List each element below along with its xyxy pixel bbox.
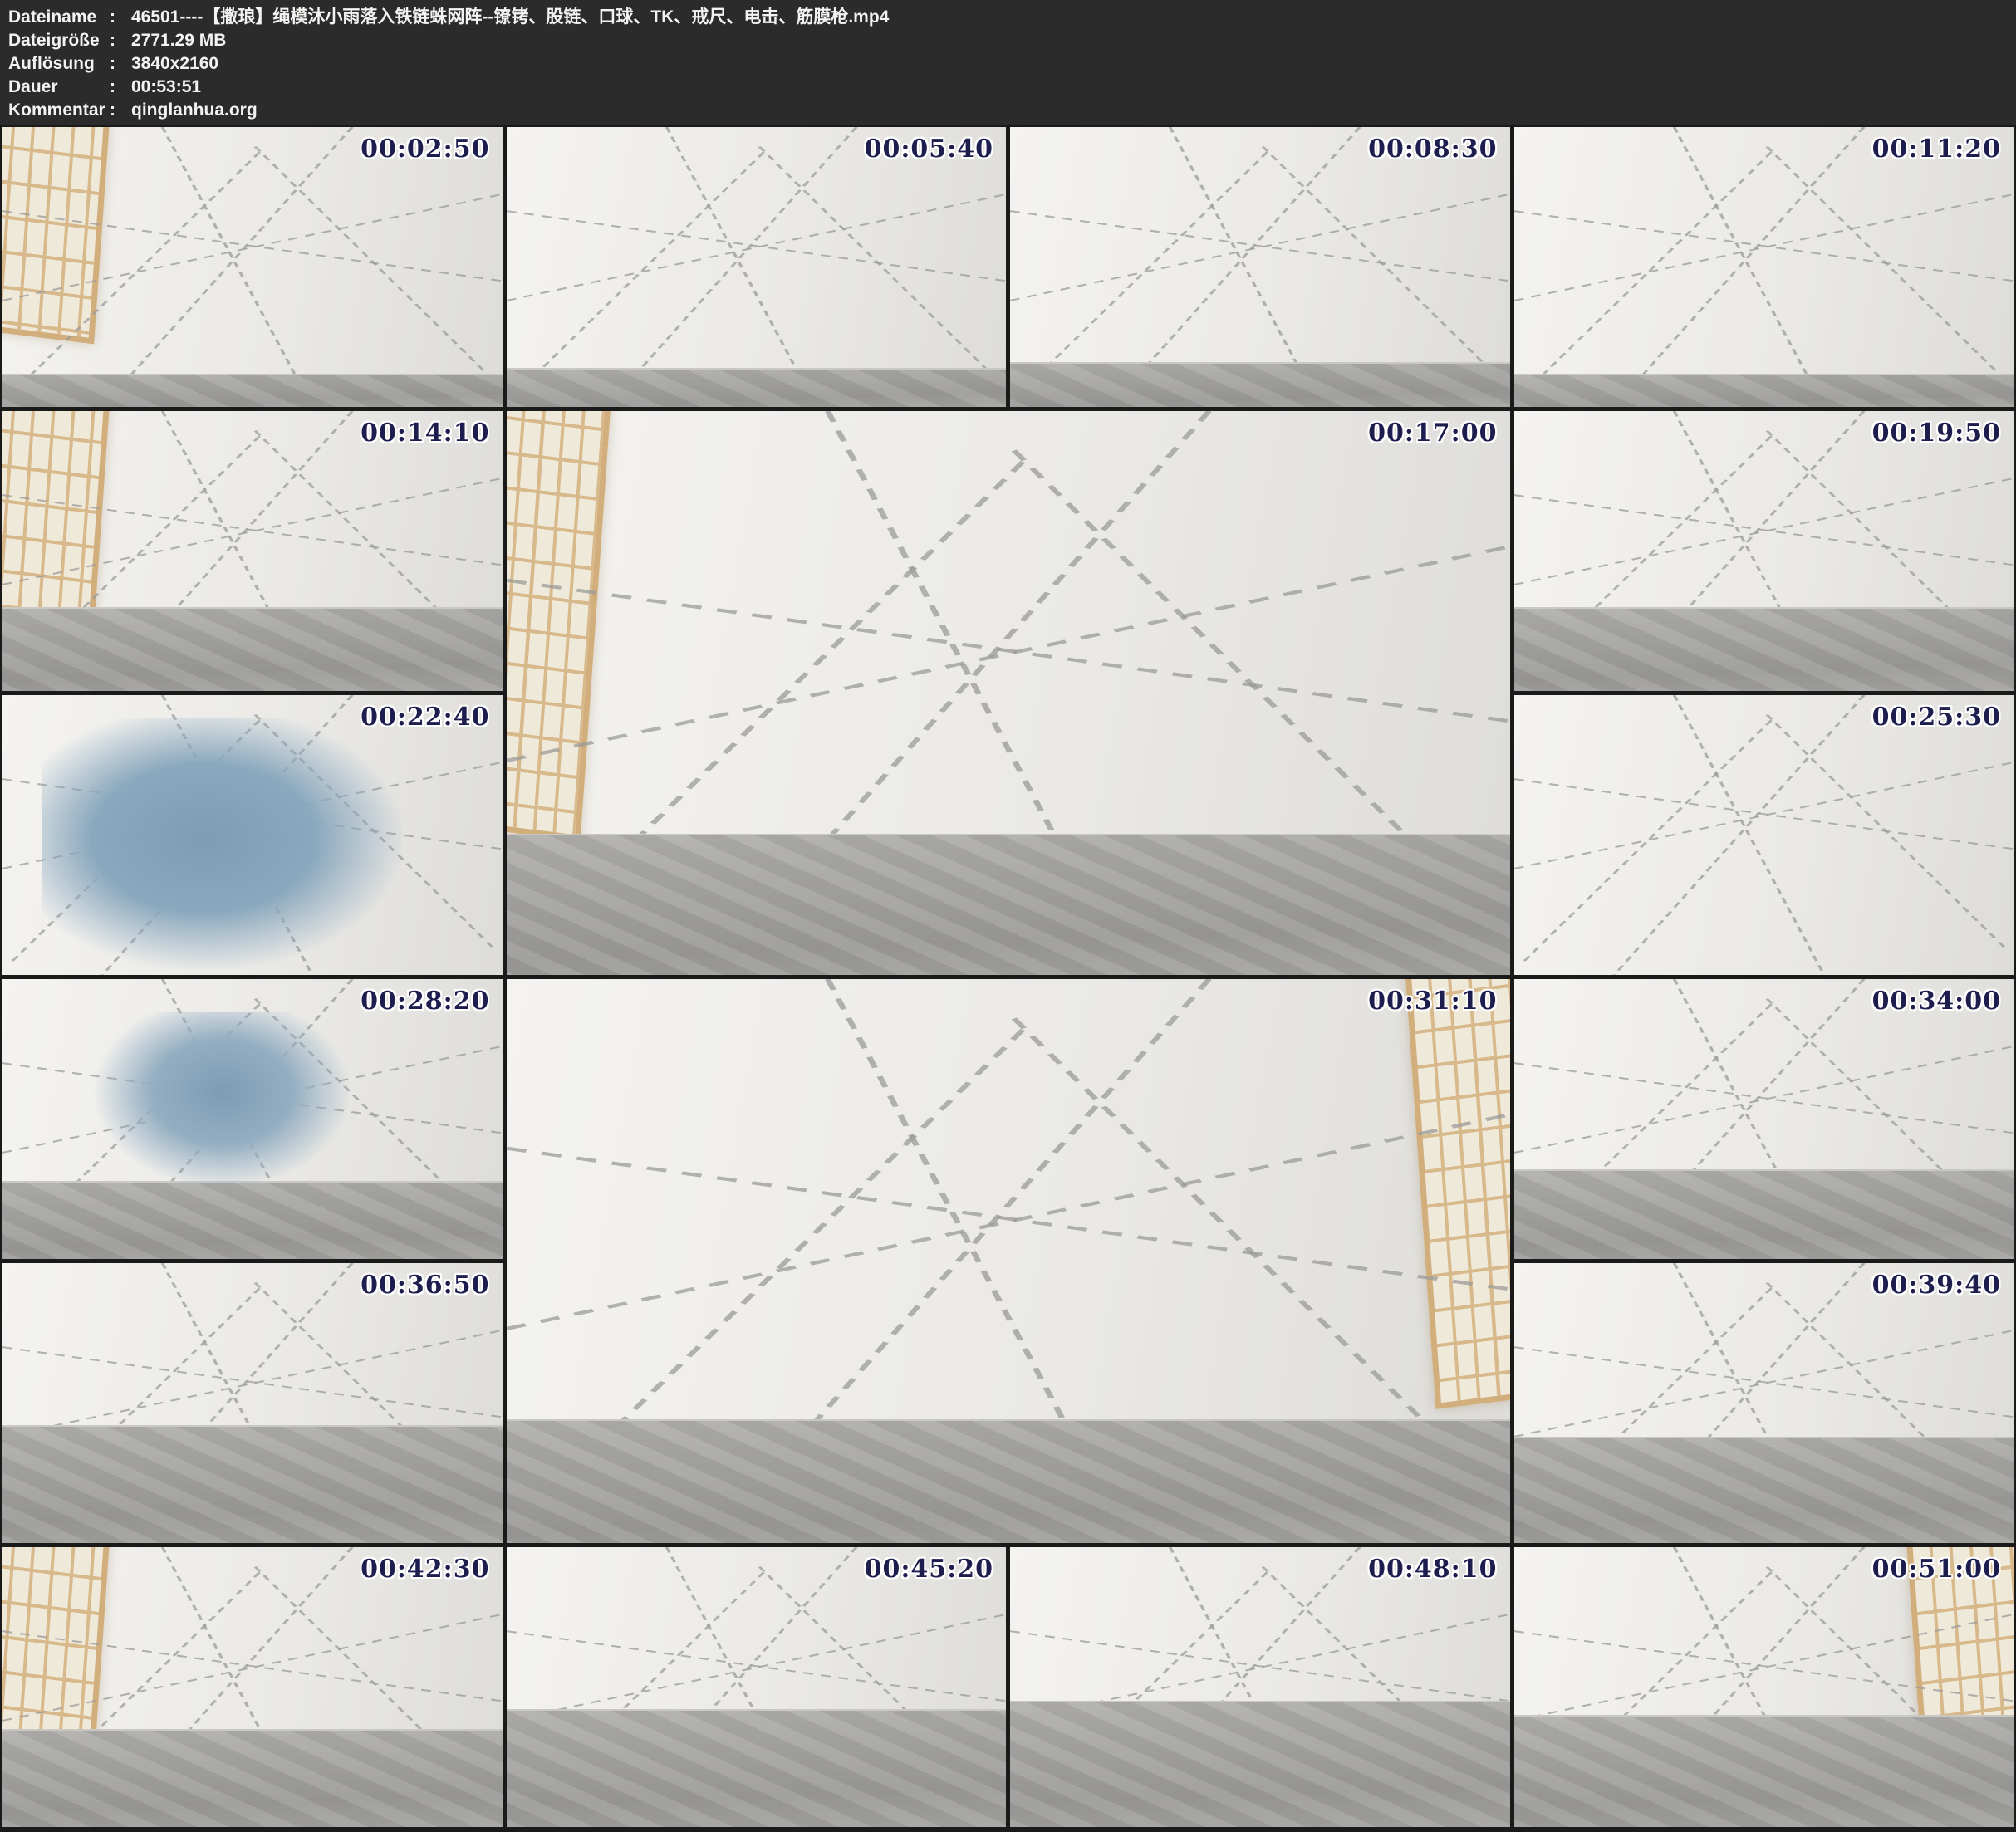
video-thumbnail[interactable]: 00:31:10 [507,979,1510,1543]
metadata-row: Auflösung : 3840x2160 [8,52,2008,76]
metadata-separator: : [110,76,131,99]
video-thumbnail[interactable]: 00:08:30 [1010,127,1510,407]
fabric-closeup-graphic [92,1012,352,1188]
floor-graphic [507,834,1510,975]
chain-web-graphic [2,127,503,407]
metadata-label: Kommentar [8,99,110,122]
metadata-label: Auflösung [8,52,110,76]
video-thumbnail[interactable]: 00:14:10 [2,411,503,691]
timestamp-badge: 00:34:00 [1872,987,2001,1016]
metadata-label: Dateiname [8,6,110,29]
metadata-separator: : [110,29,131,52]
metadata-value: 2771.29 MB [131,29,2008,52]
metadata-separator: : [110,6,131,29]
timestamp-badge: 00:05:40 [865,135,993,164]
fabric-closeup-graphic [42,718,402,969]
timestamp-badge: 00:28:20 [361,987,489,1016]
video-thumbnail[interactable]: 00:42:30 [2,1547,503,1827]
video-thumbnail[interactable]: 00:45:20 [507,1547,1007,1827]
timestamp-badge: 00:36:50 [361,1271,489,1300]
floor-graphic [2,607,503,691]
timestamp-badge: 00:45:20 [865,1555,993,1584]
video-thumbnail[interactable]: 00:17:00 [507,411,1510,975]
floor-graphic [2,1729,503,1827]
video-thumbnail[interactable]: 00:02:50 [2,127,503,407]
timestamp-badge: 00:48:10 [1368,1555,1497,1584]
metadata-row: Kommentar : qinglanhua.org [8,99,2008,122]
video-thumbnail[interactable]: 00:28:20 [2,979,503,1259]
floor-graphic [1010,1701,1510,1827]
file-metadata-header: Dateiname : 46501----【撒琅】绳模沐小雨落入铁链蛛网阵--镣… [0,0,2016,125]
timestamp-badge: 00:02:50 [361,135,489,164]
metadata-value: 46501----【撒琅】绳模沐小雨落入铁链蛛网阵--镣铐、股链、口球、TK、戒… [131,6,2008,29]
metadata-separator: : [110,99,131,122]
metadata-value: qinglanhua.org [131,99,2008,122]
timestamp-badge: 00:17:00 [1368,419,1497,448]
chain-web-graphic [1514,695,2014,975]
timestamp-badge: 00:19:50 [1872,419,2001,448]
timestamp-badge: 00:51:00 [1872,1555,2001,1584]
video-thumbnail[interactable]: 00:25:30 [1514,695,2014,975]
floor-graphic [507,368,1007,407]
timestamp-badge: 00:31:10 [1368,987,1497,1016]
timestamp-badge: 00:11:20 [1872,135,2001,164]
floor-graphic [1514,1437,2014,1543]
floor-graphic [1514,374,2014,407]
metadata-row: Dateigröße : 2771.29 MB [8,29,2008,52]
floor-graphic [507,1419,1510,1543]
timestamp-badge: 00:22:40 [361,703,489,732]
video-thumbnail[interactable]: 00:48:10 [1010,1547,1510,1827]
floor-graphic [1514,1169,2014,1259]
metadata-value: 3840x2160 [131,52,2008,76]
floor-graphic [2,1425,503,1543]
floor-graphic [1514,1715,2014,1827]
metadata-label: Dateigröße [8,29,110,52]
metadata-value: 00:53:51 [131,76,2008,99]
metadata-row: Dateiname : 46501----【撒琅】绳模沐小雨落入铁链蛛网阵--镣… [8,6,2008,29]
video-thumbnail[interactable]: 00:36:50 [2,1263,503,1543]
video-thumbnail[interactable]: 00:05:40 [507,127,1007,407]
timestamp-badge: 00:42:30 [361,1555,489,1584]
floor-graphic [2,1181,503,1259]
floor-graphic [2,374,503,407]
video-thumbnail[interactable]: 00:39:40 [1514,1263,2014,1543]
thumbnail-grid: 00:02:50 00:05:40 00:08:30 00:11:20 00:14:10… [0,125,2016,1830]
video-thumbnail[interactable]: 00:51:00 [1514,1547,2014,1827]
timestamp-badge: 00:39:40 [1872,1271,2001,1300]
floor-graphic [1514,607,2014,691]
timestamp-badge: 00:14:10 [361,419,489,448]
timestamp-badge: 00:08:30 [1368,135,1497,164]
video-thumbnail[interactable]: 00:22:40 [2,695,503,975]
floor-graphic [507,1709,1007,1827]
chain-web-graphic [1514,127,2014,407]
video-thumbnail[interactable]: 00:34:00 [1514,979,2014,1259]
metadata-label: Dauer [8,76,110,99]
metadata-separator: : [110,52,131,76]
floor-graphic [1010,362,1510,407]
metadata-row: Dauer : 00:53:51 [8,76,2008,99]
video-thumbnail[interactable]: 00:19:50 [1514,411,2014,691]
timestamp-badge: 00:25:30 [1872,703,2001,732]
video-thumbnail[interactable]: 00:11:20 [1514,127,2014,407]
chain-web-graphic [507,127,1007,407]
